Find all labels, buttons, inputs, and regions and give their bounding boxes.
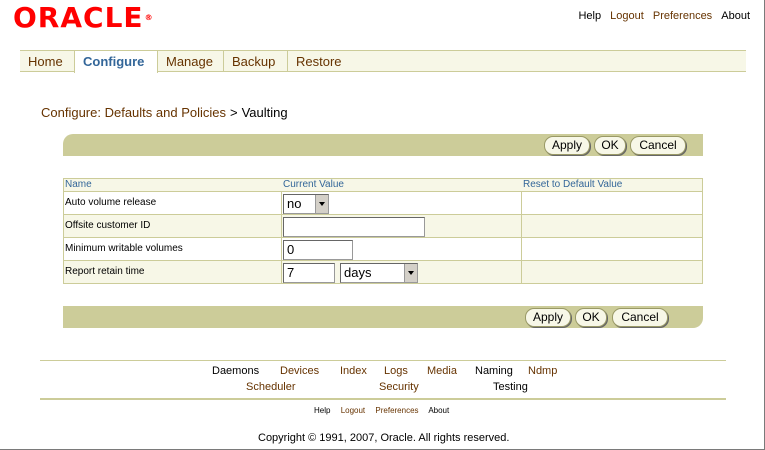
footer-link-daemons[interactable]: Daemons: [212, 365, 259, 377]
footer-link-devices[interactable]: Devices: [280, 365, 319, 377]
footer-link-logs[interactable]: Logs: [384, 365, 408, 377]
header-reset-default: Reset to Default Value: [523, 179, 623, 190]
footer-link-security[interactable]: Security: [379, 381, 419, 393]
footer-link-media[interactable]: Media: [427, 365, 457, 377]
footer-link-ndmp[interactable]: Ndmp: [528, 365, 557, 377]
tab-restore[interactable]: Restore: [288, 51, 352, 72]
footer-divider-thick: [40, 398, 726, 400]
bottom-button-bar: Apply OK Cancel: [63, 306, 703, 328]
breadcrumb-parent-link[interactable]: Configure: Defaults and Policies: [41, 105, 226, 120]
table-row: Auto volume release no: [64, 191, 702, 214]
settings-table: Name Current Value Reset to Default Valu…: [63, 178, 703, 284]
top-button-bar: Apply OK Cancel: [63, 134, 703, 156]
tab-home[interactable]: Home: [20, 51, 75, 72]
cancel-button-top[interactable]: Cancel: [630, 136, 686, 155]
apply-button-bottom[interactable]: Apply: [525, 308, 571, 327]
row-label: Report retain time: [65, 266, 145, 277]
apply-button-top[interactable]: Apply: [544, 136, 590, 155]
footer-link-naming[interactable]: Naming: [475, 365, 513, 377]
copyright-text: Copyright © 1991, 2007, Oracle. All righ…: [258, 432, 510, 444]
chevron-down-icon: [404, 264, 417, 282]
breadcrumb: Configure: Defaults and Policies > Vaultin…: [41, 105, 288, 120]
cancel-button-bottom[interactable]: Cancel: [612, 308, 668, 327]
table-header: Name Current Value Reset to Default Valu…: [64, 179, 702, 191]
global-help-link[interactable]: Help: [578, 10, 601, 22]
row-label: Minimum writable volumes: [65, 243, 183, 254]
footer-logout-link[interactable]: Logout: [341, 406, 365, 415]
table-row: Report retain time 7 days: [64, 260, 702, 283]
report-retain-unit-select[interactable]: days: [340, 263, 418, 283]
footer-help-link[interactable]: Help: [314, 406, 330, 415]
chevron-down-icon: [315, 195, 328, 213]
row-label: Offsite customer ID: [65, 220, 151, 231]
global-preferences-link[interactable]: Preferences: [653, 10, 712, 22]
tab-bar: Home Configure Manage Backup Restore: [20, 50, 746, 73]
ok-button-top[interactable]: OK: [594, 136, 626, 155]
offsite-customer-id-input[interactable]: [283, 217, 425, 237]
table-row: Minimum writable volumes 0: [64, 237, 702, 260]
minimum-writable-volumes-input[interactable]: 0: [283, 240, 353, 260]
report-retain-time-input[interactable]: 7: [283, 263, 335, 283]
global-links: Help Logout Preferences About: [572, 10, 750, 22]
footer-link-testing[interactable]: Testing: [493, 381, 528, 393]
auto-volume-release-select[interactable]: no: [283, 194, 329, 214]
header-name: Name: [65, 179, 92, 190]
tab-manage[interactable]: Manage: [158, 51, 224, 72]
table-row: Offsite customer ID: [64, 214, 702, 237]
footer-about-link[interactable]: About: [428, 406, 449, 415]
tab-configure[interactable]: Configure: [74, 51, 158, 73]
footer-link-scheduler[interactable]: Scheduler: [246, 381, 296, 393]
oracle-logo: ORACLE®: [13, 1, 153, 34]
footer-preferences-link[interactable]: Preferences: [375, 406, 418, 415]
row-label: Auto volume release: [65, 197, 157, 208]
footer-small-links: Help Logout Preferences About: [314, 406, 457, 415]
global-about-link[interactable]: About: [721, 10, 750, 22]
ok-button-bottom[interactable]: OK: [575, 308, 607, 327]
global-logout-link[interactable]: Logout: [610, 10, 644, 22]
footer-divider: [40, 360, 726, 361]
breadcrumb-separator: >: [230, 105, 238, 120]
footer-link-index[interactable]: Index: [340, 365, 367, 377]
breadcrumb-current: Vaulting: [241, 105, 288, 120]
tab-backup[interactable]: Backup: [224, 51, 288, 72]
header-current-value: Current Value: [283, 179, 344, 190]
